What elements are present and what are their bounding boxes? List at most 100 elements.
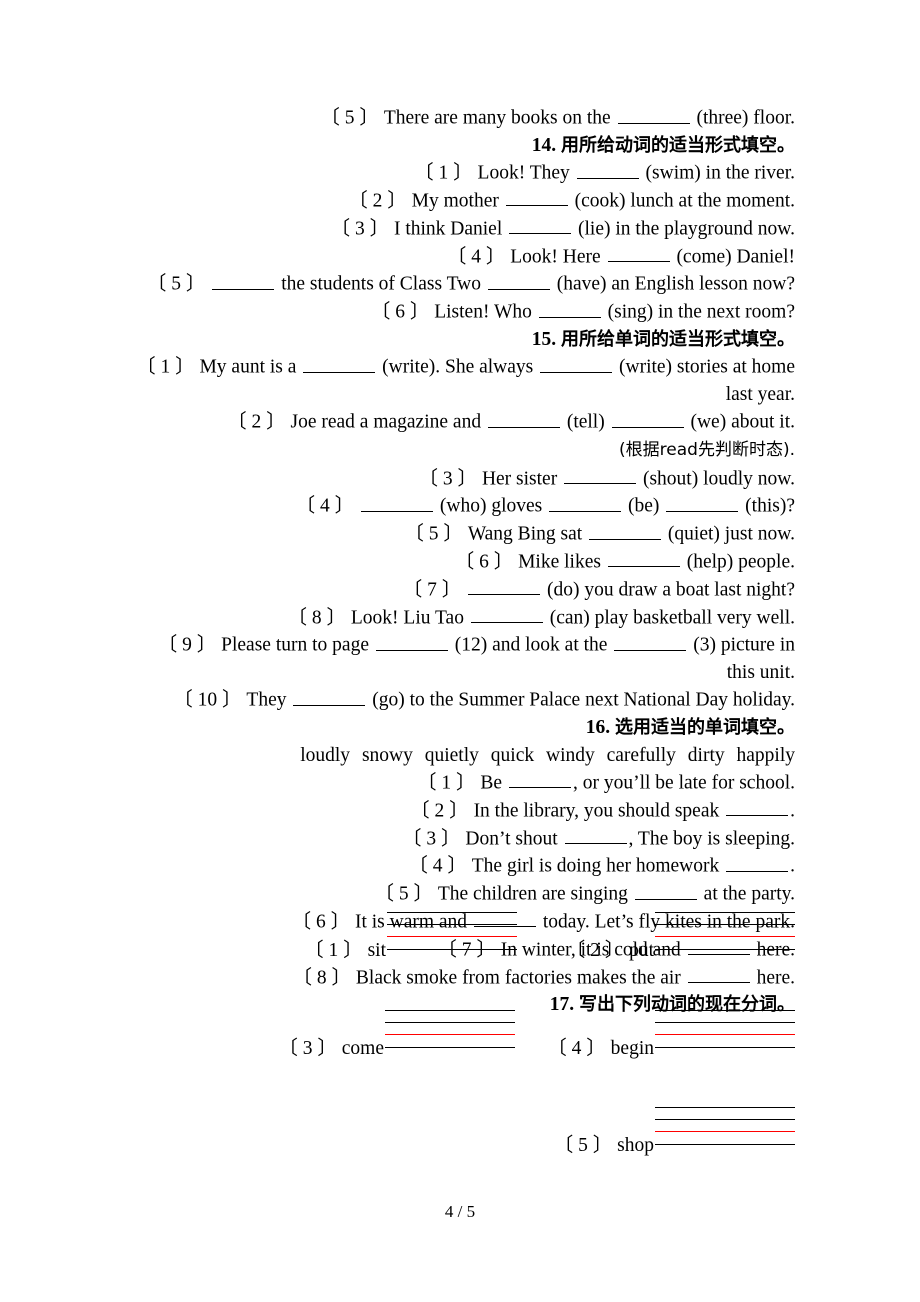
item-text: My mother [411, 190, 499, 212]
item-hint: (3) picture in [693, 634, 795, 656]
answer-blank[interactable] [540, 353, 613, 373]
verb-word: put [629, 940, 654, 961]
answer-blank[interactable] [614, 631, 687, 651]
verb-word: begin [610, 1038, 654, 1059]
exercise-item: 〔 4 〕 (who) gloves (be) (this)? [120, 492, 795, 520]
answer-blank[interactable] [509, 215, 572, 235]
item-label: 〔 2 〕 [348, 190, 407, 212]
answer-blank[interactable] [505, 187, 568, 207]
item-label: 〔 5 〕 [374, 883, 433, 905]
item-text: (be) [628, 495, 660, 517]
item-hint: , The boy is sleeping. [628, 828, 795, 850]
answer-blank[interactable] [212, 270, 275, 290]
answer-blank[interactable] [666, 492, 739, 512]
answer-blank[interactable] [293, 686, 366, 706]
item-text: Be [480, 772, 503, 794]
exercise-item: 〔 1 〕 My aunt is a (write). She always (… [120, 353, 795, 381]
handwriting-lines[interactable] [387, 910, 517, 956]
answer-blank[interactable] [634, 880, 697, 900]
item-text: Her sister [481, 468, 558, 490]
item-text: There are many books on the [383, 107, 611, 129]
answer-blank[interactable] [487, 270, 550, 290]
item-text: (write). She always [382, 356, 534, 378]
item-hint: (three) floor. [696, 107, 795, 129]
item-label: 〔 2 〕 [565, 940, 625, 961]
item-label: 〔 9 〕 [157, 634, 217, 656]
participle-entry: 〔 1 〕 sit [304, 910, 517, 961]
answer-blank[interactable] [375, 631, 448, 651]
answer-blank[interactable] [487, 408, 560, 428]
handwriting-lines[interactable] [655, 1105, 795, 1151]
section-title: 用所给动词的适当形式填空。 [561, 134, 795, 156]
word-bank-item: dirty [687, 744, 725, 766]
handwriting-lines[interactable] [385, 1008, 515, 1054]
answer-blank[interactable] [611, 408, 684, 428]
word-bank-item: quick [490, 744, 535, 766]
exercise-item-continuation: this unit. [120, 659, 795, 686]
exercise-item: 〔 8 〕 Look! Liu Tao (can) play basketbal… [120, 604, 795, 632]
answer-blank[interactable] [538, 298, 601, 318]
item-label: 〔 4 〕 [295, 495, 355, 517]
item-label: 〔 1 〕 [304, 940, 363, 961]
item-label: 〔 2 〕 [227, 411, 286, 433]
section-heading-15: 15. 用所给单词的适当形式填空。 [120, 326, 795, 353]
item-hint: (do) you draw a boat last night? [546, 579, 795, 601]
exercise-item: 〔 4 〕 Look! Here (come) Daniel! [120, 243, 795, 271]
item-hint: here. [756, 967, 795, 989]
word-bank-item: carefully [606, 744, 676, 766]
item-hint: (quiet) just now. [667, 523, 795, 545]
answer-blank[interactable] [549, 492, 622, 512]
participle-prompt: 〔 2 〕 put [566, 940, 655, 962]
item-hint: . [790, 800, 795, 822]
item-label: 〔 5 〕 [553, 1135, 613, 1156]
answer-blank[interactable] [468, 576, 541, 596]
answer-blank[interactable] [607, 243, 670, 263]
item-hint: (swim) in the river. [645, 162, 795, 184]
exercise-item: 〔 3 〕 Her sister (shout) loudly now. [120, 465, 795, 493]
worksheet-page: 〔 5 〕 There are many books on the (three… [0, 0, 920, 1302]
item-text: I think Daniel [393, 218, 503, 240]
item-label: 〔 1 〕 [417, 772, 476, 794]
item-label: 〔 5 〕 [146, 273, 206, 295]
answer-blank[interactable] [617, 104, 690, 124]
handwriting-lines[interactable] [655, 1008, 795, 1054]
verb-word: shop [617, 1135, 654, 1156]
answer-blank[interactable] [726, 797, 789, 817]
item-hint: (this)? [745, 495, 795, 517]
exercise-item: 〔 7 〕 (do) you draw a boat last night? [120, 576, 795, 604]
answer-blank[interactable] [564, 465, 637, 485]
answer-blank[interactable] [726, 852, 789, 872]
exercise-item: 〔 3 〕 I think Daniel (lie) in the playgr… [120, 215, 795, 243]
answer-blank[interactable] [687, 964, 750, 984]
item-hint: (write) stories at home [619, 356, 795, 378]
item-label: 〔 2 〕 [410, 800, 469, 822]
answer-blank[interactable] [576, 159, 639, 179]
handwriting-lines[interactable] [655, 910, 795, 956]
answer-blank[interactable] [589, 520, 662, 540]
item-hint: at the party. [703, 883, 795, 905]
item-text: Black smoke from factories makes the air [355, 967, 681, 989]
exercise-item-continuation: last year. [120, 381, 795, 408]
word-bank-item: windy [545, 744, 595, 766]
exercise-item: 〔 5 〕 There are many books on the (three… [120, 104, 795, 132]
answer-blank[interactable] [303, 353, 376, 373]
item-text: Look! Liu Tao [350, 607, 464, 629]
answer-blank[interactable] [508, 769, 571, 789]
exercise-item: 〔 3 〕 Don’t shout , The boy is sleeping. [120, 825, 795, 853]
item-text: The children are singing [437, 883, 628, 905]
section-number: 14. [531, 134, 557, 156]
answer-blank[interactable] [607, 548, 680, 568]
item-text: They [246, 690, 287, 711]
exercise-item: 〔 5 〕 Wang Bing sat (quiet) just now. [120, 520, 795, 548]
exercise-content: 〔 5 〕 There are many books on the (three… [120, 104, 795, 1019]
item-text: the students of Class Two [281, 273, 481, 295]
word-bank-item: loudly [300, 744, 351, 766]
item-label: 〔 3 〕 [401, 828, 461, 850]
exercise-item: 〔 2 〕 Joe read a magazine and (tell) (we… [120, 408, 795, 436]
answer-blank[interactable] [564, 825, 627, 845]
item-text: Look! They [477, 162, 570, 184]
answer-blank[interactable] [470, 604, 543, 624]
participle-entry: 〔 4 〕 begin [547, 1008, 795, 1059]
item-tail: this unit. [726, 662, 795, 684]
answer-blank[interactable] [361, 492, 434, 512]
